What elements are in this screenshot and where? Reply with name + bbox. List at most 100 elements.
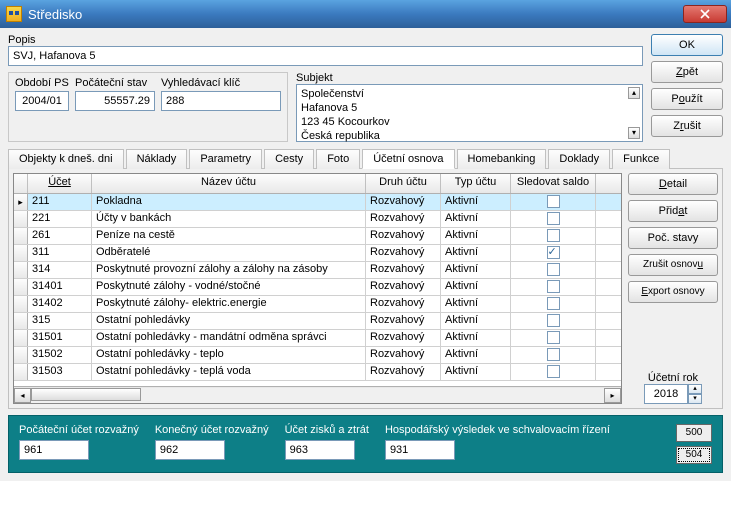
table-row[interactable]: 315Ostatní pohledávkyRozvahovýAktivní: [14, 313, 621, 330]
col-saldo[interactable]: Sledovat saldo: [511, 174, 596, 193]
btn-504[interactable]: 504: [676, 446, 712, 464]
saldo-checkbox[interactable]: [547, 263, 560, 276]
hscroll-thumb[interactable]: [31, 388, 141, 401]
table-row[interactable]: 31401Poskytnuté zálohy - vodné/stočnéRoz…: [14, 279, 621, 296]
tab-homebanking[interactable]: Homebanking: [457, 149, 547, 169]
tab-funkce[interactable]: Funkce: [612, 149, 670, 169]
cell-ucet: 31402: [28, 296, 92, 312]
poc-rozvaz-input[interactable]: [19, 440, 89, 460]
table-row[interactable]: ▸211PokladnaRozvahovýAktivní: [14, 194, 621, 211]
detail-button[interactable]: Detail: [628, 173, 718, 195]
obdobi-input[interactable]: [15, 91, 69, 111]
saldo-checkbox[interactable]: [547, 246, 560, 259]
col-nazev[interactable]: Název účtu: [92, 174, 366, 193]
tab-foto[interactable]: Foto: [316, 149, 360, 169]
ucetni-rok-input[interactable]: [644, 384, 688, 404]
hscroll-track[interactable]: [31, 388, 604, 403]
hscroll-right[interactable]: ▸: [604, 388, 621, 403]
cell-ucet: 31401: [28, 279, 92, 295]
zrusit-button[interactable]: Zrušit: [651, 115, 723, 137]
zisk-ztrat-label: Účet zisků a ztrát: [285, 424, 369, 436]
subjekt-list[interactable]: Společenství Hafanova 5 123 45 Kocourkov…: [296, 84, 643, 142]
table-row[interactable]: 31503Ostatní pohledávky - teplá vodaRozv…: [14, 364, 621, 381]
col-typ[interactable]: Typ účtu: [441, 174, 511, 193]
saldo-checkbox[interactable]: [547, 195, 560, 208]
table-row[interactable]: 31402Poskytnuté zálohy- elektric.energie…: [14, 296, 621, 313]
saldo-checkbox[interactable]: [547, 297, 560, 310]
saldo-checkbox[interactable]: [547, 314, 560, 327]
grid-hscroll[interactable]: ◂ ▸: [14, 386, 621, 403]
cell-saldo[interactable]: [511, 262, 596, 278]
cell-nazev: Ostatní pohledávky: [92, 313, 366, 329]
subjekt-scroll-down[interactable]: ▾: [628, 127, 640, 139]
cell-saldo[interactable]: [511, 245, 596, 261]
kon-rozvaz-input[interactable]: [155, 440, 225, 460]
tab-doklady[interactable]: Doklady: [548, 149, 610, 169]
table-row[interactable]: 31501Ostatní pohledávky - mandátní odměn…: [14, 330, 621, 347]
col-ucet[interactable]: Účet: [28, 174, 92, 193]
saldo-checkbox[interactable]: [547, 229, 560, 242]
zisk-ztrat-input[interactable]: [285, 440, 355, 460]
obdobi-label: Období PS: [15, 77, 69, 89]
tab-cesty[interactable]: Cesty: [264, 149, 314, 169]
grid-body[interactable]: ▸211PokladnaRozvahovýAktivní221Účty v ba…: [14, 194, 621, 386]
cell-ucet: 211: [28, 194, 92, 210]
year-spin-down[interactable]: ▾: [688, 394, 702, 404]
saldo-checkbox[interactable]: [547, 331, 560, 344]
table-row[interactable]: 311OdběrateléRozvahovýAktivní: [14, 245, 621, 262]
btn-500[interactable]: 500: [676, 424, 712, 442]
zpet-button[interactable]: Zpět: [651, 61, 723, 83]
close-button[interactable]: [683, 5, 727, 23]
table-row[interactable]: 31502Ostatní pohledávky - teploRozvahový…: [14, 347, 621, 364]
cell-saldo[interactable]: [511, 364, 596, 380]
cell-saldo[interactable]: [511, 313, 596, 329]
popis-input[interactable]: [8, 46, 643, 66]
year-spin-up[interactable]: ▴: [688, 384, 702, 394]
cell-saldo[interactable]: [511, 194, 596, 210]
cell-saldo[interactable]: [511, 211, 596, 227]
cell-ucet: 221: [28, 211, 92, 227]
hosp-vys-input[interactable]: [385, 440, 455, 460]
table-row[interactable]: 221Účty v bankáchRozvahovýAktivní: [14, 211, 621, 228]
cell-typ: Aktivní: [441, 279, 511, 295]
subjekt-scroll-up[interactable]: ▴: [628, 87, 640, 99]
pocatecni-input[interactable]: [75, 91, 155, 111]
ok-button[interactable]: OK: [651, 34, 723, 56]
cell-saldo[interactable]: [511, 228, 596, 244]
saldo-checkbox[interactable]: [547, 280, 560, 293]
cell-druh: Rozvahový: [366, 313, 441, 329]
saldo-checkbox[interactable]: [547, 365, 560, 378]
cell-saldo[interactable]: [511, 330, 596, 346]
row-marker: [14, 262, 28, 278]
tab-parametry[interactable]: Parametry: [189, 149, 262, 169]
poc-stavy-button[interactable]: Poč. stavy: [628, 227, 718, 249]
saldo-checkbox[interactable]: [547, 212, 560, 225]
cell-nazev: Ostatní pohledávky - teplá voda: [92, 364, 366, 380]
cell-saldo[interactable]: [511, 296, 596, 312]
cell-saldo[interactable]: [511, 279, 596, 295]
cell-ucet: 31501: [28, 330, 92, 346]
saldo-checkbox[interactable]: [547, 348, 560, 361]
tab-objekty[interactable]: Objekty k dneš. dni: [8, 149, 124, 169]
cell-druh: Rozvahový: [366, 194, 441, 210]
grid-corner: [14, 174, 28, 193]
titlebar: Středisko: [0, 0, 731, 28]
row-marker: [14, 279, 28, 295]
kon-rozvaz-label: Konečný účet rozvažný: [155, 424, 269, 436]
table-row[interactable]: 314Poskytnuté provozní zálohy a zálohy n…: [14, 262, 621, 279]
ucetni-rok-label: Účetní rok: [644, 372, 702, 384]
cell-nazev: Pokladna: [92, 194, 366, 210]
tab-ucetni-osnova[interactable]: Účetní osnova: [362, 149, 454, 169]
cell-saldo[interactable]: [511, 347, 596, 363]
pouzit-button[interactable]: Použít: [651, 88, 723, 110]
hscroll-left[interactable]: ◂: [14, 388, 31, 403]
col-druh[interactable]: Druh účtu: [366, 174, 441, 193]
cell-nazev: Peníze na cestě: [92, 228, 366, 244]
pridat-button[interactable]: Přidat: [628, 200, 718, 222]
export-osnovy-button[interactable]: Export osnovy: [628, 281, 718, 303]
tab-naklady[interactable]: Náklady: [126, 149, 188, 169]
zrusit-osnovu-button[interactable]: Zrušit osnovu: [628, 254, 718, 276]
table-row[interactable]: 261Peníze na cestěRozvahovýAktivní: [14, 228, 621, 245]
vyhledavaci-input[interactable]: [161, 91, 281, 111]
hosp-vys-label: Hospodářský výsledek ve schvalovacím říz…: [385, 424, 610, 436]
